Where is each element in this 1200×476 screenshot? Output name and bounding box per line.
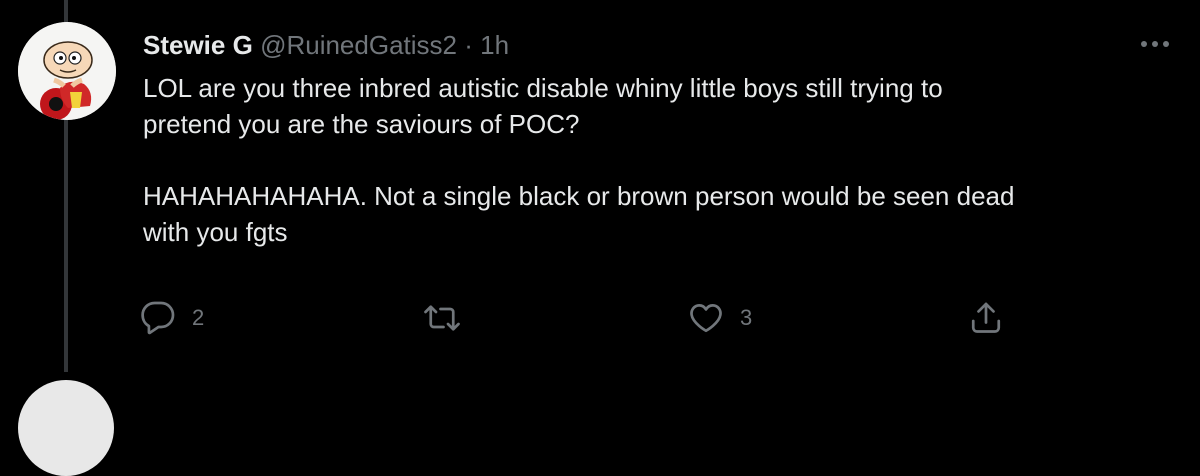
tweet-text-line: HAHAHAHAHAHA. Not a single black or brow… bbox=[143, 181, 1015, 211]
reply-button[interactable]: 2 bbox=[140, 300, 204, 336]
reply-count: 2 bbox=[192, 305, 205, 330]
retweet-button[interactable] bbox=[423, 300, 477, 336]
tweet-text: LOL are you three inbred autistic disabl… bbox=[143, 70, 1143, 250]
share-icon bbox=[971, 302, 1001, 333]
heart-icon bbox=[690, 304, 722, 333]
avatar-image bbox=[18, 22, 116, 120]
tweet-text-line: with you fgts bbox=[143, 217, 288, 247]
tweet-text-line: pretend you are the saviours of POC? bbox=[143, 109, 580, 139]
separator-dot: · bbox=[464, 30, 473, 60]
tweet-text-line: LOL are you three inbred autistic disabl… bbox=[143, 73, 943, 103]
display-name[interactable]: Stewie G bbox=[143, 30, 253, 60]
share-button[interactable] bbox=[968, 300, 1004, 336]
tweet-actions: 2 3 bbox=[140, 300, 1040, 340]
tweet-timestamp[interactable]: 1h bbox=[480, 30, 509, 60]
more-horizontal-icon bbox=[1141, 41, 1169, 47]
like-button[interactable]: 3 bbox=[688, 300, 752, 336]
like-count: 3 bbox=[740, 305, 753, 330]
next-tweet-avatar[interactable] bbox=[18, 380, 114, 476]
reply-icon bbox=[141, 301, 175, 335]
avatar[interactable] bbox=[18, 22, 116, 120]
tweet-content: Stewie G @RuinedGatiss2 · 1h LOL are you… bbox=[143, 28, 1143, 250]
retweet-icon bbox=[424, 305, 460, 331]
user-handle[interactable]: @RuinedGatiss2 bbox=[260, 30, 457, 60]
tweet-header: Stewie G @RuinedGatiss2 · 1h bbox=[143, 28, 1143, 62]
more-options-button[interactable] bbox=[1135, 32, 1175, 56]
